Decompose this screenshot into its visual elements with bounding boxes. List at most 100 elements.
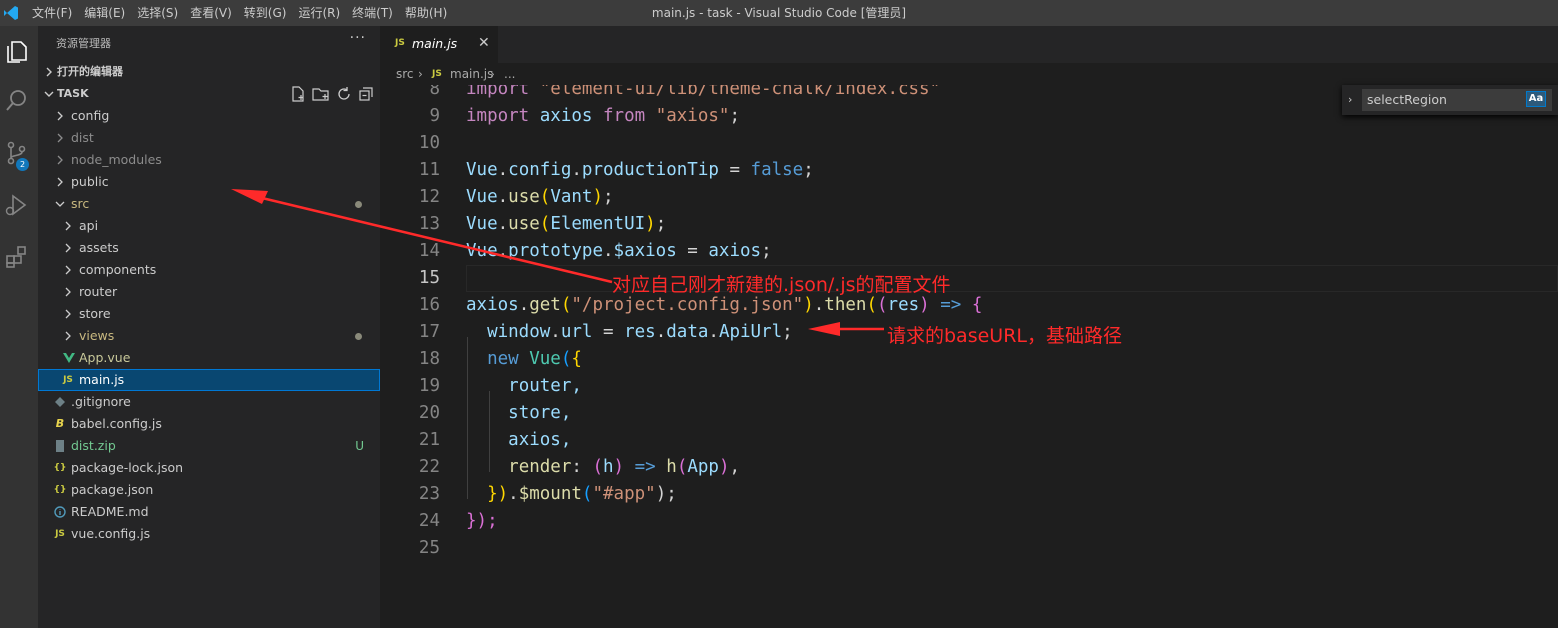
menu-view[interactable]: 查看(V) (184, 0, 238, 26)
menu-selection[interactable]: 选择(S) (131, 0, 184, 26)
tab-main-js[interactable]: JS main.js ✕ (380, 26, 498, 63)
breadcrumb-symbol[interactable]: ... (504, 63, 515, 85)
tree-item-label: store (79, 306, 111, 321)
tree-item-config[interactable]: config (38, 105, 380, 127)
breadcrumb-separator: › (418, 67, 423, 81)
breadcrumb-src[interactable]: src (396, 63, 414, 85)
code-line: 21 axios, (418, 430, 572, 450)
new-folder-icon[interactable] (312, 86, 330, 102)
tree-item-label: README.md (71, 504, 149, 519)
toggle-replace-icon[interactable]: › (1348, 93, 1352, 106)
tree-item-api[interactable]: api (38, 215, 380, 237)
new-file-icon[interactable] (290, 86, 306, 102)
modified-dot-icon (355, 333, 362, 340)
tree-item-dist-zip[interactable]: dist.zip U (38, 435, 380, 457)
info-file-icon (54, 506, 66, 518)
chevron-right-icon (65, 309, 71, 319)
collapse-all-icon[interactable] (358, 86, 374, 102)
tree-item-label: babel.config.js (71, 416, 162, 431)
tree-item-label: assets (79, 240, 119, 255)
chevron-right-icon (57, 177, 63, 187)
tab-bar: JS main.js ✕ (380, 26, 1558, 63)
tree-item-package-lock[interactable]: {} package-lock.json (38, 457, 380, 479)
annotation-config-file: 对应自己刚才新建的.json/.js的配置文件 (612, 274, 951, 296)
tree-item-label: dist (71, 130, 94, 145)
chevron-down-icon (44, 91, 54, 97)
code-line: 12 Vue.use(Vant); (418, 187, 614, 207)
tree-item-label: public (71, 174, 109, 189)
menu-help[interactable]: 帮助(H) (399, 0, 453, 26)
vscode-logo-icon (0, 0, 22, 26)
tree-item-label: .gitignore (71, 394, 131, 409)
source-control-icon[interactable]: 2 (0, 130, 38, 176)
chevron-right-icon (65, 243, 71, 253)
open-editors-label: 打开的编辑器 (57, 65, 123, 78)
json-file-icon: {} (53, 485, 67, 495)
tree-item-app-vue[interactable]: App.vue (38, 347, 380, 369)
menu-edit[interactable]: 编辑(E) (78, 0, 131, 26)
menu-run[interactable]: 运行(R) (292, 0, 346, 26)
tree-item-src[interactable]: src (38, 193, 380, 215)
tree-item-store[interactable]: store (38, 303, 380, 325)
tree-item-dist[interactable]: dist (38, 127, 380, 149)
tree-item-package-json[interactable]: {} package.json (38, 479, 380, 501)
chevron-right-icon (57, 133, 63, 143)
menu-go[interactable]: 转到(G) (238, 0, 293, 26)
code-line: 18 new Vue({ (418, 349, 582, 369)
chevron-right-icon (46, 67, 52, 77)
match-case-toggle[interactable]: Aa (1526, 91, 1546, 107)
tree-item-router[interactable]: router (38, 281, 380, 303)
code-line: 19 router, (418, 376, 582, 396)
code-line: 11 Vue.config.productionTip = false; (418, 160, 814, 180)
code-line: 13 Vue.use(ElementUI); (418, 214, 667, 234)
tree-item-babel-config[interactable]: B babel.config.js (38, 413, 380, 435)
js-file-icon: JS (63, 375, 73, 385)
activity-bar: 2 (0, 26, 38, 628)
tree-item-views[interactable]: views (38, 325, 380, 347)
code-line: 22 render: (h) => h(App), (418, 457, 741, 477)
explorer-actions (290, 83, 374, 105)
menu-terminal[interactable]: 终端(T) (346, 0, 399, 26)
tree-item-label: vue.config.js (71, 526, 151, 541)
tree-item-label: node_modules (71, 152, 162, 167)
tree-item-public[interactable]: public (38, 171, 380, 193)
zip-file-icon (56, 440, 64, 452)
tree-item-gitignore[interactable]: .gitignore (38, 391, 380, 413)
tree-item-label: config (71, 108, 110, 123)
tree-item-label: main.js (79, 372, 125, 387)
explorer-icon[interactable] (0, 28, 38, 74)
tree-item-components[interactable]: components (38, 259, 380, 281)
tree-item-label: api (79, 218, 99, 233)
chevron-right-icon (65, 221, 71, 231)
code-line: 23 }).$mount("#app"); (418, 484, 677, 504)
code-line: 25 (418, 538, 440, 558)
tree-item-label: App.vue (79, 350, 131, 365)
breadcrumb-file[interactable]: main.js (450, 63, 493, 85)
extensions-icon[interactable] (0, 234, 38, 280)
tree-item-readme[interactable]: README.md (38, 501, 380, 523)
chevron-right-icon (57, 111, 63, 121)
workspace-section[interactable]: TASK (38, 83, 380, 105)
code-line: 20 store, (418, 403, 572, 423)
code-line: 14 Vue.prototype.$axios = axios; (418, 241, 772, 261)
refresh-icon[interactable] (336, 86, 352, 102)
run-debug-icon[interactable] (0, 182, 38, 228)
js-file-icon: JS (432, 69, 442, 79)
more-actions-icon[interactable]: ··· (350, 30, 366, 46)
breadcrumb-separator: › (490, 67, 495, 81)
menu-bar: 文件(F) 编辑(E) 选择(S) 查看(V) 转到(G) 运行(R) 终端(T… (26, 0, 453, 26)
find-input[interactable]: selectRegion (1362, 89, 1552, 111)
js-file-icon: JS (395, 38, 405, 48)
code-line-current: 15 (380, 265, 1558, 292)
search-icon[interactable] (0, 78, 38, 124)
tree-item-node-modules[interactable]: node_modules (38, 149, 380, 171)
tree-item-vue-config[interactable]: JS vue.config.js (38, 523, 380, 545)
scm-badge: 2 (16, 158, 29, 171)
code-editor[interactable]: 8 import "element-ui/lib/theme-chalk/inde… (380, 85, 1558, 628)
open-editors-section[interactable]: 打开的编辑器 (38, 61, 380, 83)
tree-item-main-js[interactable]: JS main.js (38, 369, 380, 391)
tree-item-label: components (79, 262, 157, 277)
menu-file[interactable]: 文件(F) (26, 0, 78, 26)
close-icon[interactable]: ✕ (478, 35, 490, 51)
tree-item-assets[interactable]: assets (38, 237, 380, 259)
